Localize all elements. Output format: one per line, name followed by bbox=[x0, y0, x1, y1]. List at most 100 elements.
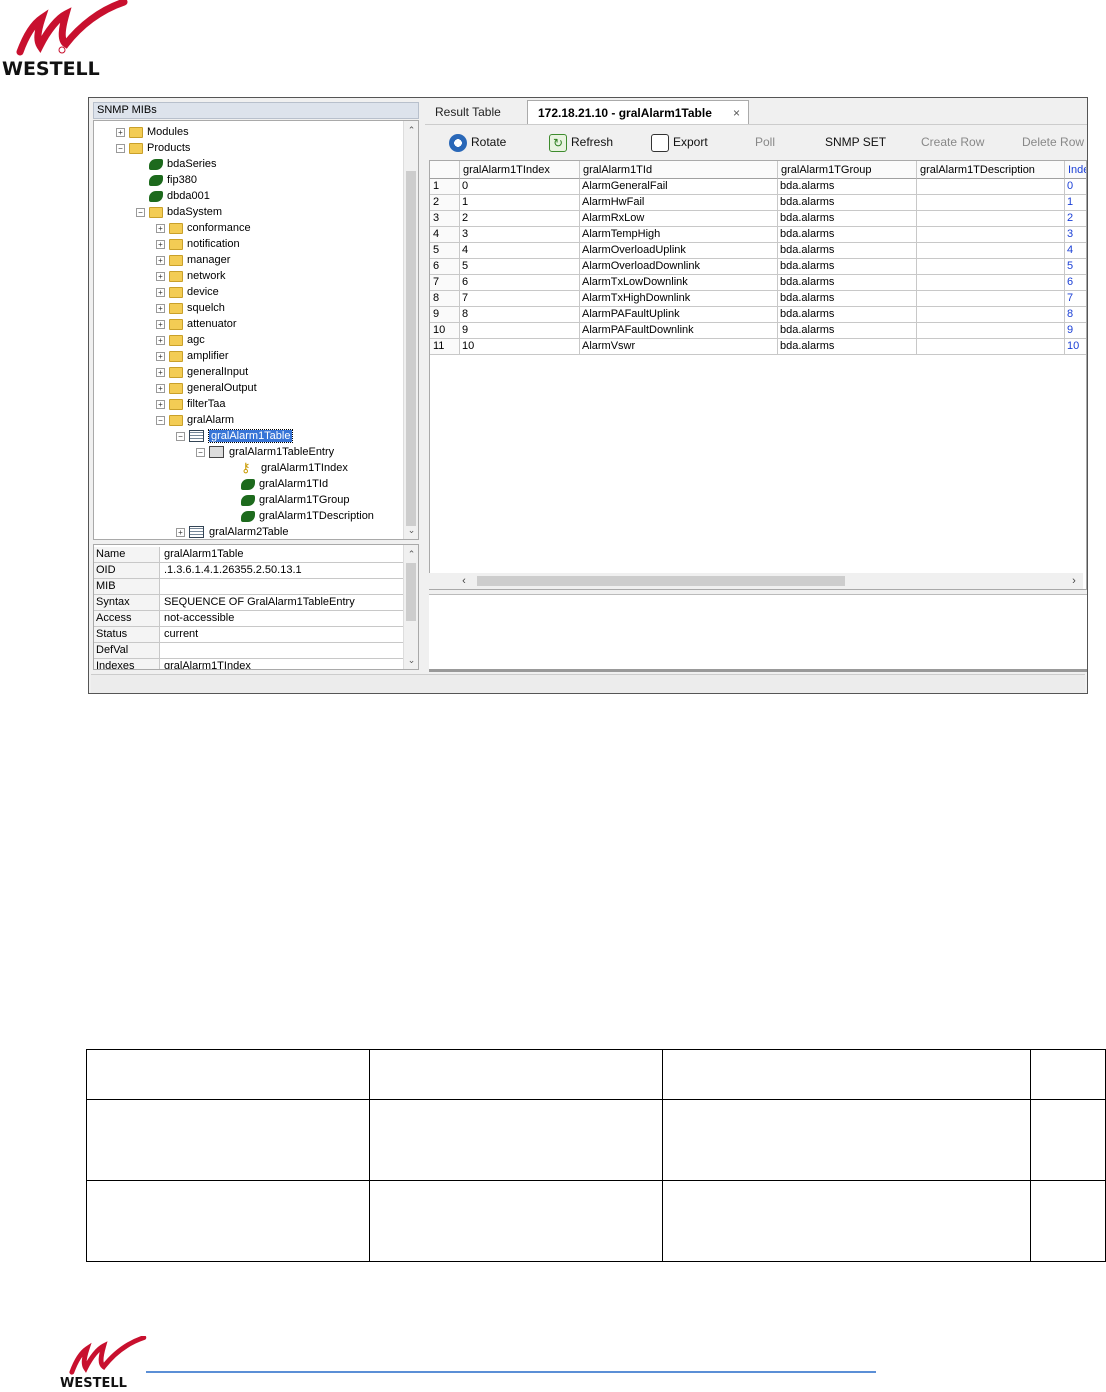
expand-icon[interactable]: + bbox=[156, 271, 165, 281]
table-cell[interactable]: 10 bbox=[1065, 339, 1086, 355]
table-cell[interactable]: 2 bbox=[1065, 211, 1086, 227]
row-number[interactable]: 5 bbox=[430, 243, 460, 259]
row-number[interactable]: 3 bbox=[430, 211, 460, 227]
snmp-set-button[interactable]: SNMP SET bbox=[825, 130, 886, 154]
table-cell[interactable] bbox=[917, 179, 1065, 195]
table-cell[interactable]: 4 bbox=[1065, 243, 1086, 259]
rotate-button[interactable]: Rotate bbox=[449, 130, 506, 154]
tree-node[interactable]: − gralAlarm1Table bbox=[176, 428, 294, 444]
table-cell[interactable]: bda.alarms bbox=[778, 179, 917, 195]
table-cell[interactable]: bda.alarms bbox=[778, 275, 917, 291]
expand-icon[interactable]: + bbox=[156, 399, 165, 409]
table-cell[interactable]: AlarmOverloadUplink bbox=[580, 243, 778, 259]
scroll-left-icon[interactable]: ‹ bbox=[457, 573, 471, 589]
export-button[interactable]: Export bbox=[651, 130, 708, 154]
table-cell[interactable]: 9 bbox=[460, 323, 580, 339]
tree-node[interactable]: + squelch bbox=[156, 300, 225, 316]
table-cell[interactable]: 7 bbox=[1065, 291, 1086, 307]
table-cell[interactable] bbox=[917, 227, 1065, 243]
tree-node[interactable]: + network bbox=[156, 268, 226, 284]
table-cell[interactable]: 1 bbox=[1065, 195, 1086, 211]
table-cell[interactable] bbox=[917, 211, 1065, 227]
column-header[interactable]: gralAlarm1TIndex bbox=[460, 161, 580, 179]
collapse-icon[interactable]: − bbox=[196, 447, 205, 457]
row-number[interactable]: 4 bbox=[430, 227, 460, 243]
row-number[interactable]: 9 bbox=[430, 307, 460, 323]
table-cell[interactable] bbox=[917, 195, 1065, 211]
scroll-thumb[interactable] bbox=[477, 576, 845, 586]
poll-button[interactable]: Poll bbox=[755, 130, 775, 154]
tree-node[interactable]: + notification bbox=[156, 236, 240, 252]
collapse-icon[interactable]: − bbox=[156, 415, 165, 425]
table-cell[interactable]: bda.alarms bbox=[778, 307, 917, 323]
table-cell[interactable]: 2 bbox=[460, 211, 580, 227]
tree-node[interactable]: + filterTaa bbox=[156, 396, 226, 412]
row-number[interactable]: 1 bbox=[430, 179, 460, 195]
table-cell[interactable]: bda.alarms bbox=[778, 195, 917, 211]
tab-gralalarm1table[interactable]: 172.18.21.10 - gralAlarm1Table × bbox=[527, 100, 749, 124]
tree-node[interactable]: ⚷ gralAlarm1TIndex bbox=[228, 460, 348, 476]
tree-node[interactable]: − bdaSystem bbox=[136, 204, 222, 220]
table-cell[interactable]: 6 bbox=[1065, 275, 1086, 291]
tree-node[interactable]: + manager bbox=[156, 252, 230, 268]
table-cell[interactable] bbox=[917, 323, 1065, 339]
table-cell[interactable]: 7 bbox=[460, 291, 580, 307]
tree-node[interactable]: + device bbox=[156, 284, 219, 300]
tree-node[interactable]: dbda001 bbox=[136, 188, 210, 204]
tree-node[interactable]: bdaSeries bbox=[136, 156, 217, 172]
table-cell[interactable]: AlarmPAFaultUplink bbox=[580, 307, 778, 323]
tree-node[interactable]: + attenuator bbox=[156, 316, 237, 332]
mib-tree[interactable]: + Modules − Products bdaSeries fip380 dbda001 −… bbox=[93, 120, 419, 540]
expand-icon[interactable]: + bbox=[156, 303, 165, 313]
tree-node[interactable]: + conformance bbox=[156, 220, 251, 236]
tree-node[interactable]: − gralAlarm bbox=[156, 412, 234, 428]
table-cell[interactable]: AlarmVswr bbox=[580, 339, 778, 355]
expand-icon[interactable]: + bbox=[156, 335, 165, 345]
tree-node[interactable]: gralAlarm1TDescription bbox=[228, 508, 374, 524]
column-header[interactable]: Inde bbox=[1065, 161, 1086, 179]
table-cell[interactable] bbox=[917, 275, 1065, 291]
tab-result-table[interactable]: Result Table bbox=[425, 100, 525, 124]
table-cell[interactable] bbox=[917, 339, 1065, 355]
table-cell[interactable]: bda.alarms bbox=[778, 339, 917, 355]
table-cell[interactable]: bda.alarms bbox=[778, 227, 917, 243]
column-header[interactable]: gralAlarm1TDescription bbox=[917, 161, 1065, 179]
table-cell[interactable]: 9 bbox=[1065, 323, 1086, 339]
table-cell[interactable]: 0 bbox=[1065, 179, 1086, 195]
table-cell[interactable]: 10 bbox=[460, 339, 580, 355]
table-cell[interactable]: 5 bbox=[1065, 259, 1086, 275]
table-cell[interactable]: bda.alarms bbox=[778, 259, 917, 275]
expand-icon[interactable]: + bbox=[156, 223, 165, 233]
tree-node[interactable]: fip380 bbox=[136, 172, 197, 188]
row-number[interactable]: 10 bbox=[430, 323, 460, 339]
expand-icon[interactable]: + bbox=[156, 367, 165, 377]
table-cell[interactable]: 6 bbox=[460, 275, 580, 291]
expand-icon[interactable]: + bbox=[156, 239, 165, 249]
scroll-down-icon[interactable]: ⌄ bbox=[404, 653, 418, 667]
table-cell[interactable]: bda.alarms bbox=[778, 291, 917, 307]
tree-node[interactable]: − gralAlarm1TableEntry bbox=[196, 444, 334, 460]
tree-node[interactable]: + Modules bbox=[116, 124, 189, 140]
close-icon[interactable]: × bbox=[733, 101, 740, 125]
table-cell[interactable]: AlarmHwFail bbox=[580, 195, 778, 211]
table-cell[interactable] bbox=[917, 243, 1065, 259]
row-number[interactable]: 11 bbox=[430, 339, 460, 355]
tree-node[interactable]: gralAlarm1TId bbox=[228, 476, 328, 492]
expand-icon[interactable]: + bbox=[156, 255, 165, 265]
table-cell[interactable]: 3 bbox=[460, 227, 580, 243]
tree-node[interactable]: + gralAlarm2Table bbox=[176, 524, 288, 539]
table-cell[interactable] bbox=[917, 307, 1065, 323]
collapse-icon[interactable]: − bbox=[116, 143, 125, 153]
table-cell[interactable]: AlarmPAFaultDownlink bbox=[580, 323, 778, 339]
expand-icon[interactable]: + bbox=[156, 351, 165, 361]
row-number[interactable]: 7 bbox=[430, 275, 460, 291]
delete-row-button[interactable]: Delete Row bbox=[1022, 130, 1084, 154]
table-cell[interactable]: 8 bbox=[1065, 307, 1086, 323]
expand-icon[interactable]: + bbox=[116, 127, 125, 137]
table-cell[interactable]: 4 bbox=[460, 243, 580, 259]
table-cell[interactable]: 5 bbox=[460, 259, 580, 275]
row-number-header[interactable] bbox=[430, 161, 460, 179]
row-number[interactable]: 6 bbox=[430, 259, 460, 275]
create-row-button[interactable]: Create Row bbox=[921, 130, 984, 154]
table-cell[interactable]: AlarmTxLowDownlink bbox=[580, 275, 778, 291]
